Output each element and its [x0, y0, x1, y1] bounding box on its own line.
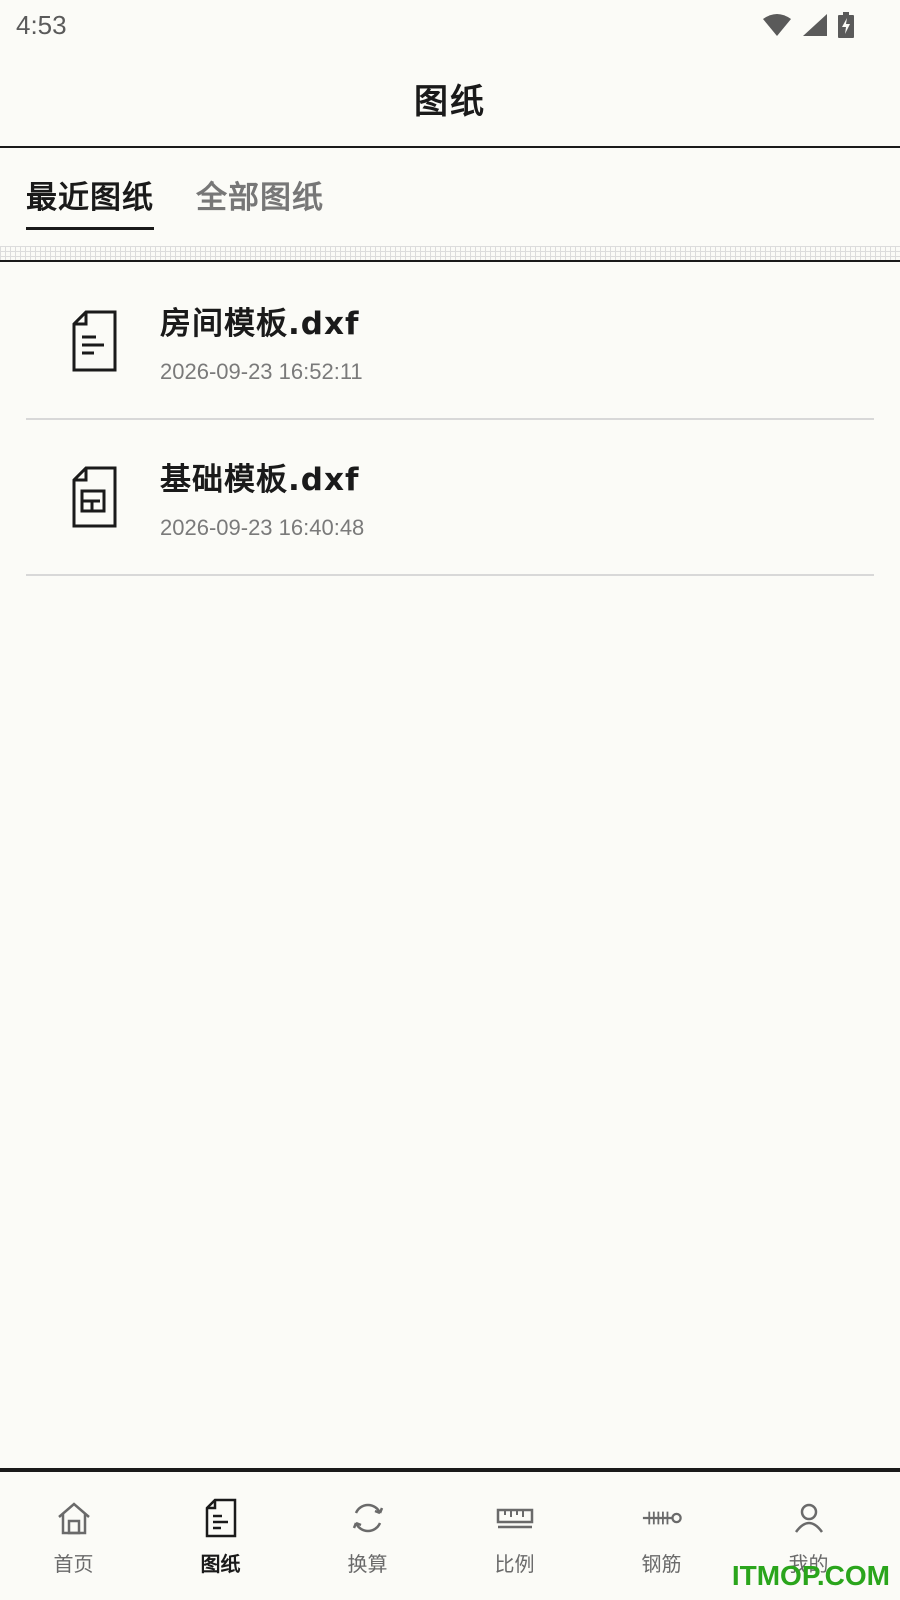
grid-divider — [0, 246, 900, 262]
signal-icon — [802, 13, 828, 37]
wifi-icon — [762, 13, 792, 37]
tab-all-drawings[interactable]: 全部图纸 — [196, 150, 324, 230]
list-item[interactable]: 房间模板.dxf 2026-09-23 16:52:11 — [26, 264, 874, 420]
nav-item-home[interactable]: 首页 — [0, 1472, 147, 1600]
page-title: 图纸 — [414, 81, 486, 122]
app-header: 图纸 — [0, 50, 900, 148]
status-icons — [762, 12, 854, 38]
tab-recent-drawings[interactable]: 最近图纸 — [26, 150, 154, 230]
nav-label: 图纸 — [200, 1552, 241, 1576]
status-time: 4:53 — [16, 9, 67, 40]
nav-item-convert[interactable]: 换算 — [294, 1472, 441, 1600]
status-bar: 4:53 — [0, 0, 900, 50]
document-icon — [26, 309, 160, 373]
nav-item-scale[interactable]: 比例 — [441, 1472, 588, 1600]
convert-icon — [348, 1498, 388, 1538]
nav-label: 换算 — [347, 1552, 388, 1576]
nav-label: 首页 — [53, 1552, 94, 1576]
file-name: 基础模板.dxf — [160, 461, 360, 498]
rebar-icon — [642, 1498, 682, 1538]
blueprint-document-icon — [26, 465, 160, 529]
nav-label: 钢筋 — [641, 1552, 682, 1576]
tab-bar: 最近图纸 全部图纸 — [0, 150, 900, 246]
file-date: 2026-09-23 16:52:11 — [160, 358, 363, 384]
person-icon — [789, 1498, 829, 1538]
nav-label: 比例 — [494, 1552, 535, 1576]
nav-item-drawings[interactable]: 图纸 — [147, 1472, 294, 1600]
home-icon — [54, 1498, 94, 1538]
drawing-icon — [201, 1498, 241, 1538]
watermark: ITMOP.COM — [731, 1560, 890, 1591]
file-name: 房间模板.dxf — [160, 305, 360, 342]
file-date: 2026-09-23 16:40:48 — [160, 514, 365, 540]
file-list: 房间模板.dxf 2026-09-23 16:52:11 基础模板.dxf 20… — [26, 264, 874, 576]
ruler-icon — [495, 1498, 535, 1538]
battery-icon — [838, 12, 854, 38]
list-item[interactable]: 基础模板.dxf 2026-09-23 16:40:48 — [26, 420, 874, 576]
nav-item-rebar[interactable]: 钢筋 — [588, 1472, 735, 1600]
